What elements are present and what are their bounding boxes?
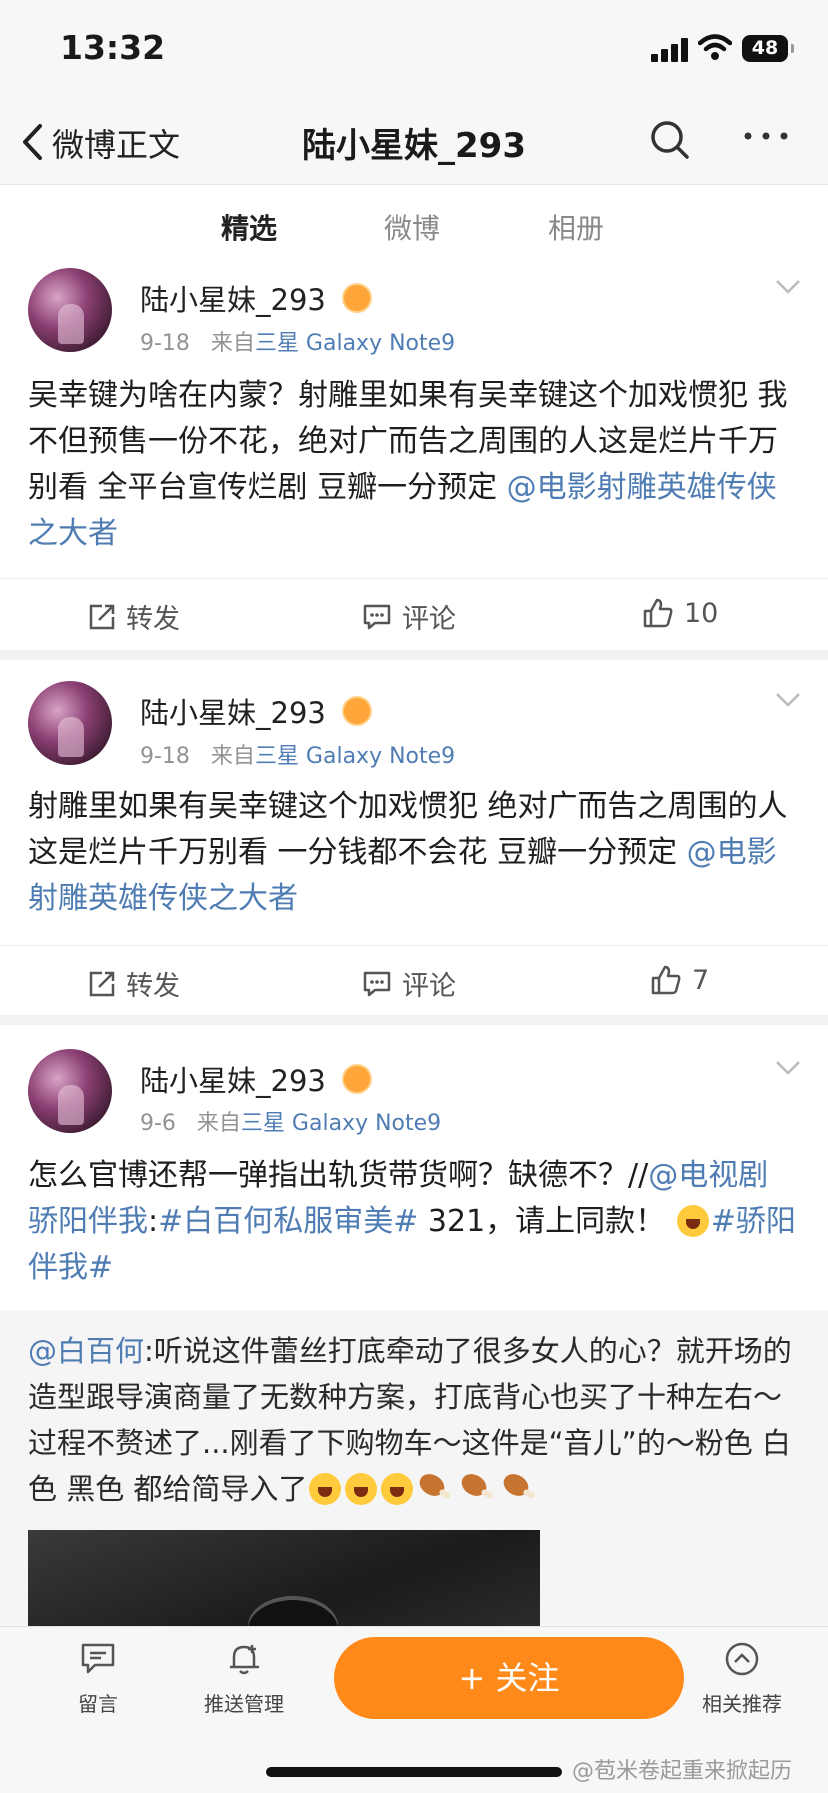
member-badge-icon xyxy=(342,696,372,726)
drumstick-emoji-icon xyxy=(503,1475,537,1503)
comment-button[interactable]: 评论 xyxy=(362,964,456,1003)
post-from-label: 来自 xyxy=(210,744,255,769)
battery-icon: 48 xyxy=(742,35,794,62)
profile-tabs: 精选 微博 相册 xyxy=(0,185,828,261)
post-meta: 9-18 来自三星 Galaxy Note9 xyxy=(140,738,455,770)
repost-icon xyxy=(89,604,115,629)
like-count: 7 xyxy=(692,964,710,996)
post-username[interactable]: 陆小星妹_293 xyxy=(140,277,326,319)
post-username[interactable]: 陆小星妹_293 xyxy=(140,1058,326,1100)
status-bar: 13:32 48 xyxy=(0,0,828,100)
battery-level: 48 xyxy=(751,37,779,59)
repost-button[interactable]: 转发 xyxy=(88,597,180,636)
tab-featured[interactable]: 精选 xyxy=(221,207,277,247)
post-text: 射雕里如果有吴幸键这个加戏惯犯 绝对广而告之周围的人这是烂片千万别看 一分钱都不… xyxy=(28,784,798,922)
navigation-bar: 微博正文 陆小星妹_293 xyxy=(0,100,828,185)
repost-label: 转发 xyxy=(126,971,180,1002)
retweet-photo[interactable] xyxy=(28,1530,540,1640)
member-badge-icon xyxy=(342,283,372,313)
push-settings-button[interactable]: 推送管理 xyxy=(196,1641,292,1717)
divider xyxy=(0,650,828,660)
mention-link[interactable]: @白百何 xyxy=(28,1334,144,1368)
post-text-colon: : xyxy=(148,1204,159,1239)
avatar[interactable] xyxy=(28,1049,112,1133)
post-text-body: 射雕里如果有吴幸键这个加戏惯犯 绝对广而告之周围的人这是烂片千万别看 一分钱都不… xyxy=(28,789,788,870)
message-icon xyxy=(81,1643,115,1674)
comment-icon xyxy=(363,971,391,996)
divider xyxy=(0,1015,828,1025)
post-from-label: 来自 xyxy=(210,331,255,356)
repost-icon xyxy=(89,971,115,996)
tab-weibo[interactable]: 微博 xyxy=(384,207,440,247)
message-label: 留言 xyxy=(78,1692,118,1716)
retweet-text: @白百何:听说这件蕾丝打底牵动了很多女人的心？就开场的造型跟导演商量了无数种方案… xyxy=(28,1328,808,1512)
post-source[interactable]: 三星 Galaxy Note9 xyxy=(255,744,455,769)
bottom-toolbar: 留言 推送管理 + 关注 相关推荐 @苞米卷起重来掀起历 xyxy=(0,1626,828,1793)
repost-label: 转发 xyxy=(126,604,180,635)
post-actions: 转发 评论 10 xyxy=(0,578,828,649)
hashtag-link[interactable]: #白百何私服审美# xyxy=(158,1204,418,1239)
surprised-emoji-icon xyxy=(676,1205,709,1237)
home-indicator[interactable] xyxy=(266,1767,562,1777)
post-card: 陆小星妹_293 9-18 来自三星 Galaxy Note9 吴幸键为啥在内蒙… xyxy=(0,255,828,650)
search-icon[interactable] xyxy=(648,118,692,162)
tab-album[interactable]: 相册 xyxy=(548,207,604,247)
post-meta: 9-6 来自三星 Galaxy Note9 xyxy=(140,1105,441,1137)
post-card: 陆小星妹_293 9-18 来自三星 Galaxy Note9 射雕里如果有吴幸… xyxy=(0,660,828,1015)
drumstick-emoji-icon xyxy=(461,1475,495,1503)
page-title: 陆小星妹_293 xyxy=(302,126,526,166)
like-button[interactable]: 7 xyxy=(650,964,709,996)
message-button[interactable]: 留言 xyxy=(70,1641,126,1717)
related-recommend-button[interactable]: 相关推荐 xyxy=(700,1641,784,1717)
retweeted-post[interactable]: @白百何:听说这件蕾丝打底牵动了很多女人的心？就开场的造型跟导演商量了无数种方案… xyxy=(0,1310,828,1640)
status-time: 13:32 xyxy=(60,28,166,67)
member-badge-icon xyxy=(342,1064,372,1094)
post-actions: 转发 评论 7 xyxy=(0,945,828,1016)
more-options-icon[interactable] xyxy=(742,130,790,142)
watermark-text: @苞米卷起重来掀起历 xyxy=(572,1759,793,1784)
post-date: 9-18 xyxy=(140,331,190,356)
like-button[interactable]: 10 xyxy=(642,597,718,629)
chevron-up-circle-icon xyxy=(725,1642,759,1676)
comment-label: 评论 xyxy=(402,604,456,635)
post-card: 陆小星妹_293 9-6 来自三星 Galaxy Note9 怎么官博还帮一弹指… xyxy=(0,1025,828,1310)
post-text-body: 怎么官博还帮一弹指出轨货带货啊？缺德不？// xyxy=(28,1158,649,1193)
repost-button[interactable]: 转发 xyxy=(88,964,180,1003)
post-from-label: 来自 xyxy=(196,1111,241,1136)
laughing-emoji-icon xyxy=(345,1473,378,1505)
bell-icon xyxy=(230,1645,260,1675)
post-username[interactable]: 陆小星妹_293 xyxy=(140,690,326,732)
drumstick-emoji-icon xyxy=(419,1475,453,1503)
like-count: 10 xyxy=(684,597,719,629)
related-recommend-label: 相关推荐 xyxy=(702,1692,782,1716)
wifi-icon xyxy=(698,34,732,60)
follow-button[interactable]: + 关注 xyxy=(334,1637,684,1719)
thumbs-up-icon xyxy=(643,598,673,628)
post-meta: 9-18 来自三星 Galaxy Note9 xyxy=(140,325,455,357)
comment-button[interactable]: 评论 xyxy=(362,597,456,636)
avatar[interactable] xyxy=(28,681,112,765)
chevron-down-icon[interactable] xyxy=(775,692,801,708)
chevron-down-icon[interactable] xyxy=(775,279,801,295)
post-text: 怎么官博还帮一弹指出轨货带货啊？缺德不？//@电视剧骄阳伴我:#白百何私服审美#… xyxy=(28,1153,798,1291)
comment-label: 评论 xyxy=(402,971,456,1002)
laughing-emoji-icon xyxy=(381,1473,414,1505)
post-date: 9-6 xyxy=(140,1111,176,1136)
post-date: 9-18 xyxy=(140,744,190,769)
cellular-signal-icon xyxy=(651,38,691,62)
post-text: 吴幸键为啥在内蒙？射雕里如果有吴幸键这个加戏惯犯 我不但预售一份不花，绝对广而告… xyxy=(28,373,798,557)
post-text-tail: 321，请上同款！ xyxy=(418,1204,666,1239)
post-source[interactable]: 三星 Galaxy Note9 xyxy=(255,331,455,356)
avatar[interactable] xyxy=(28,268,112,352)
laughing-emoji-icon xyxy=(309,1473,342,1505)
comment-icon xyxy=(363,604,391,629)
thumbs-up-icon xyxy=(651,965,681,995)
push-settings-label: 推送管理 xyxy=(204,1692,284,1716)
chevron-down-icon[interactable] xyxy=(775,1060,801,1076)
post-source[interactable]: 三星 Galaxy Note9 xyxy=(241,1111,441,1136)
